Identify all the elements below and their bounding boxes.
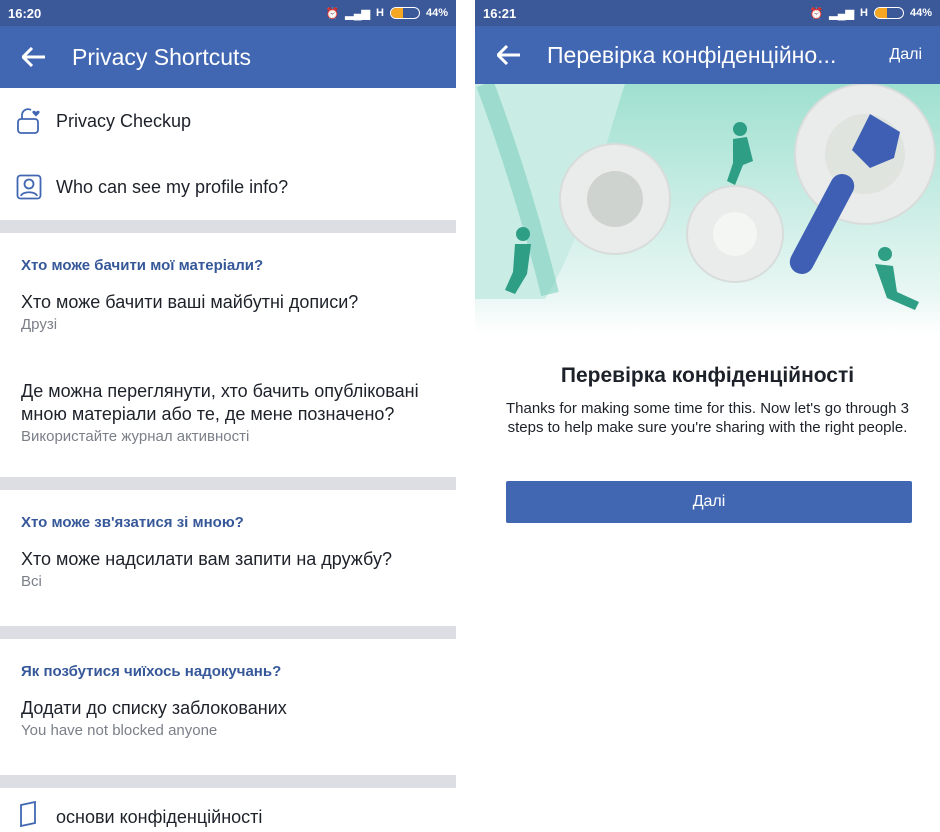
status-icons: ⏰ ▂▄▆ H 44% [810,7,932,20]
signal-icon: ▂▄▆ [829,7,855,20]
privacy-checkup-screen: 16:21 ⏰ ▂▄▆ H 44% Перевірка конфіденційн… [475,0,940,832]
future-posts-item[interactable]: Хто може бачити ваші майбутні дописи? Др… [0,291,456,369]
status-time: 16:20 [8,5,42,21]
page-title: Перевірка конфіденційно... [547,41,837,68]
item-subtitle: Друзі [21,316,58,333]
item-title: Хто може бачити ваші майбутні дописи? [21,292,359,312]
item-title: Хто може надсилати вам запити на дружбу? [21,549,392,569]
back-arrow-icon[interactable] [22,43,50,71]
item-title: Де можна переглянути, хто бачить опублік… [21,381,419,424]
profile-info-item[interactable]: Who can see my profile info? [0,154,456,220]
battery-percent: 44% [425,7,448,19]
section-divider [0,775,456,788]
block-list-item[interactable]: Додати до списку заблокованих You have n… [0,697,456,775]
activity-log-item[interactable]: Де можна переглянути, хто бачить опублік… [0,369,456,477]
section-heading: Хто може зв'язатися зі мною? [21,514,244,531]
section-divider [0,220,456,233]
status-icons: ⏰ ▂▄▆ H 44% [326,7,448,20]
item-title: Додати до списку заблокованих [21,698,287,718]
privacy-checkup-item[interactable]: Privacy Checkup [0,88,456,154]
network-type: H [860,7,868,19]
status-bar: 16:21 ⏰ ▂▄▆ H 44% [475,0,940,26]
page-title: Privacy Shortcuts [72,43,251,70]
app-bar: Перевірка конфіденційно... Далі [475,26,940,84]
privacy-basics-item[interactable]: основи конфіденційності [0,788,456,828]
app-bar: Privacy Shortcuts [0,26,456,88]
next-button[interactable]: Далі [506,481,912,523]
alarm-icon: ⏰ [809,7,824,20]
battery-icon [873,7,904,19]
shortcut-label: основи конфіденційності [56,807,263,827]
battery-fill [390,8,404,18]
signal-icon: ▂▄▆ [345,7,371,20]
back-arrow-icon[interactable] [497,41,525,69]
friend-requests-item[interactable]: Хто може надсилати вам запити на дружбу?… [0,548,456,626]
section-heading: Хто може бачити мої матеріали? [21,257,264,274]
battery-fill [874,8,888,18]
lock-heart-icon [16,107,42,135]
battery-percent: 44% [909,7,932,19]
item-subtitle: You have not blocked anyone [21,722,218,739]
status-bar: 16:20 ⏰ ▂▄▆ H 44% [0,0,456,26]
checkup-description: Thanks for making some time for this. No… [505,400,910,436]
shortcut-label: Who can see my profile info? [56,176,289,197]
item-subtitle: Використайте журнал активності [21,428,250,445]
battery-icon [389,7,420,19]
section-divider [0,626,456,639]
section-heading: Як позбутися чиїхось надокучань? [21,663,282,680]
gears-illustration [475,84,936,310]
next-link[interactable]: Далі [889,46,922,64]
hero-illustration [475,84,940,334]
item-subtitle: Всі [21,573,42,590]
network-type: H [376,7,384,19]
alarm-icon: ⏰ [325,7,340,20]
checkup-heading: Перевірка конфіденційності [560,364,855,387]
status-time: 16:21 [483,5,517,21]
section-divider [0,477,456,490]
shortcut-label: Privacy Checkup [56,110,192,131]
book-icon [16,800,42,828]
checkup-intro: Перевірка конфіденційності Thanks for ma… [475,364,940,437]
profile-icon [16,173,42,201]
privacy-shortcuts-screen: 16:20 ⏰ ▂▄▆ H 44% Privacy Shortcuts Priv… [0,0,456,832]
